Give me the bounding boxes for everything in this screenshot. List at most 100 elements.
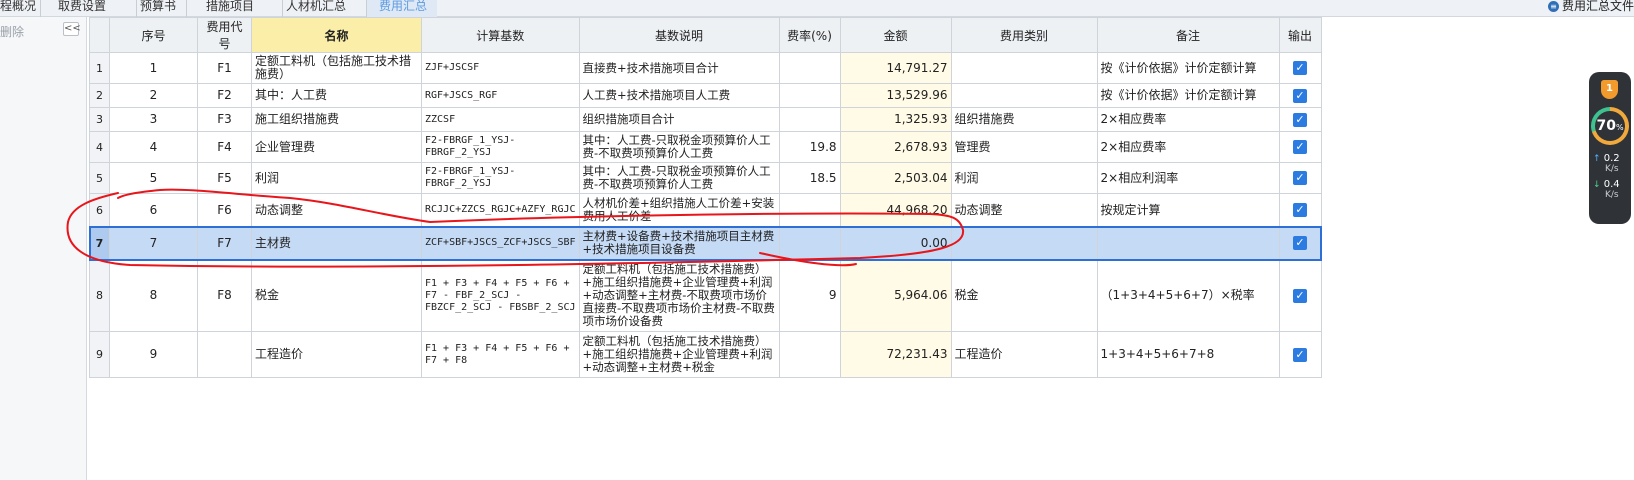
row-number[interactable]: 2: [89, 83, 110, 108]
cell-seq[interactable]: 7: [109, 226, 198, 260]
cell-amount[interactable]: 2,678.93: [839, 131, 952, 163]
cell-seq[interactable]: 9: [109, 331, 198, 378]
output-checkbox[interactable]: ✓: [1293, 140, 1308, 154]
cell-name[interactable]: 施工组织措施费: [251, 107, 422, 132]
cell-base-desc[interactable]: 其中：人工费-只取税金项预算价人工费-不取费项预算价人工费: [578, 131, 780, 163]
table-row[interactable]: 7 7 F7 主材费 ZCF+SBF+JSCS_ZCF+JSCS_SBF 主材费+设备费+…: [88, 225, 1323, 261]
cell-remark[interactable]: 按《计价依据》计价定额计算: [1096, 83, 1280, 108]
table-row[interactable]: 8 8 F8 税金 F1 + F3 + F4 + F5 + F6 + F7 - FBF_…: [89, 259, 1322, 332]
cell-category[interactable]: 动态调整: [950, 193, 1098, 227]
cell-base[interactable]: F1 + F3 + F4 + F5 + F6 + F7 + F8: [421, 331, 580, 378]
cell-rate[interactable]: [778, 107, 841, 132]
cell-rate[interactable]: [778, 226, 841, 260]
cell-base-desc[interactable]: 其中：人工费-只取税金项预算价人工费-不取费项预算价人工费: [578, 162, 780, 194]
cell-category[interactable]: 税金: [950, 259, 1098, 332]
cell-name[interactable]: 利润: [251, 162, 422, 194]
cell-rate[interactable]: [778, 52, 841, 84]
cell-base[interactable]: RCJJC+ZZCS_RGJC+AZFY_RGJC: [421, 193, 580, 227]
cell-base-desc[interactable]: 定额工料机（包括施工技术措施费）+施工组织措施费+企业管理费+利润+动态调整+主…: [578, 259, 780, 332]
cell-rate[interactable]: 18.5: [778, 162, 841, 194]
cell-amount[interactable]: 2,503.04: [839, 162, 952, 194]
cell-code[interactable]: F6: [197, 193, 252, 227]
cell-code[interactable]: F2: [197, 83, 252, 108]
cell-amount[interactable]: 44,968.20: [839, 193, 952, 227]
cell-category[interactable]: [950, 226, 1098, 260]
row-number[interactable]: 6: [89, 193, 110, 227]
cell-name[interactable]: 定额工料机（包括施工技术措施费）: [251, 52, 422, 84]
cell-remark[interactable]: 按《计价依据》计价定额计算: [1096, 52, 1280, 84]
cell-name[interactable]: 工程造价: [251, 331, 422, 378]
output-checkbox[interactable]: ✓: [1293, 203, 1308, 217]
row-number[interactable]: 4: [89, 131, 110, 163]
column-header-amount[interactable]: 金额: [839, 17, 952, 53]
output-checkbox[interactable]: ✓: [1293, 61, 1308, 75]
table-row[interactable]: 6 6 F6 动态调整 RCJJC+ZZCS_RGJC+AZFY_RGJC 人材机价差+组…: [89, 193, 1322, 227]
cell-amount[interactable]: 1,325.93: [839, 107, 952, 132]
cell-output[interactable]: ✓: [1278, 131, 1322, 163]
row-number[interactable]: 8: [89, 259, 110, 332]
column-header-remark[interactable]: 备注: [1096, 17, 1280, 53]
output-checkbox[interactable]: ✓: [1293, 236, 1308, 250]
cell-name[interactable]: 其中：人工费: [251, 83, 422, 108]
cell-output[interactable]: ✓: [1278, 331, 1322, 378]
cell-output[interactable]: ✓: [1278, 107, 1322, 132]
cell-base[interactable]: F2-FBRGF_1_YSJ-FBRGF_2_YSJ: [421, 131, 580, 163]
cell-category[interactable]: [950, 52, 1098, 84]
cell-output[interactable]: ✓: [1278, 226, 1322, 260]
output-checkbox[interactable]: ✓: [1293, 288, 1308, 303]
cell-output[interactable]: ✓: [1278, 83, 1322, 108]
cell-code[interactable]: F1: [197, 52, 252, 84]
output-checkbox[interactable]: ✓: [1293, 88, 1308, 103]
column-header-output[interactable]: 输出: [1278, 17, 1322, 53]
delete-button[interactable]: 删除: [0, 23, 24, 40]
cell-code[interactable]: F8: [197, 259, 252, 332]
fee-summary-file-link[interactable]: ≡ 费用汇总文件: [1547, 0, 1634, 12]
output-checkbox[interactable]: ✓: [1293, 112, 1308, 127]
cell-seq[interactable]: 8: [109, 259, 198, 332]
tab-budget-book[interactable]: 预算书: [140, 0, 186, 17]
cell-name[interactable]: 主材费: [251, 226, 422, 260]
table-row[interactable]: 4 4 F4 企业管理费 F2-FBRGF_1_YSJ-FBRGF_2_YSJ 其中：人工…: [89, 131, 1322, 163]
row-number[interactable]: 7: [89, 226, 110, 260]
cell-amount[interactable]: 14,791.27: [839, 52, 952, 84]
output-checkbox[interactable]: ✓: [1293, 171, 1308, 185]
cell-base[interactable]: F1 + F3 + F4 + F5 + F6 + F7 - FBF_2_SCJ …: [421, 259, 580, 332]
table-row[interactable]: 2 2 F2 其中：人工费 RGF+JSCS_RGF 人工费+技术措施项目人工费 13,52…: [89, 83, 1322, 108]
table-row[interactable]: 9 9 工程造价 F1 + F3 + F4 + F5 + F6 + F7 + F8 定额…: [89, 331, 1322, 378]
column-header-rate[interactable]: 费率(%): [778, 17, 841, 53]
column-header-code[interactable]: 费用代号: [197, 17, 252, 53]
network-monitor-widget[interactable]: 1 70% ↑ 0.2 K/s ↓ 0.4 K/s: [1589, 72, 1631, 224]
cell-output[interactable]: ✓: [1278, 162, 1322, 194]
cell-base[interactable]: ZZCSF: [421, 107, 580, 132]
cell-seq[interactable]: 4: [109, 131, 198, 163]
column-header-name[interactable]: 名称: [251, 17, 422, 53]
cell-rate[interactable]: 9: [778, 259, 841, 332]
tab-fee-summary[interactable]: 费用汇总: [367, 0, 437, 17]
cell-rate[interactable]: [778, 83, 841, 108]
cell-remark[interactable]: 按规定计算: [1096, 193, 1280, 227]
table-row[interactable]: 1 1 F1 定额工料机（包括施工技术措施费） ZJF+JSCSF 直接费+技术措施项目合…: [89, 52, 1322, 84]
cell-remark[interactable]: （1+3+4+5+6+7）×税率: [1096, 259, 1280, 332]
tab-project-overview[interactable]: 程概况: [0, 0, 40, 17]
cell-base[interactable]: ZCF+SBF+JSCS_ZCF+JSCS_SBF: [421, 226, 580, 260]
cell-amount[interactable]: 72,231.43: [839, 331, 952, 378]
cell-seq[interactable]: 3: [109, 107, 198, 132]
column-header-base[interactable]: 计算基数: [421, 17, 580, 53]
shield-icon[interactable]: 1: [1601, 80, 1618, 99]
cell-remark[interactable]: 2×相应费率: [1096, 107, 1280, 132]
cell-amount[interactable]: 13,529.96: [839, 83, 952, 108]
output-checkbox[interactable]: ✓: [1293, 347, 1308, 362]
cell-base[interactable]: RGF+JSCS_RGF: [421, 83, 580, 108]
cell-remark[interactable]: 2×相应利润率: [1096, 162, 1280, 194]
cell-output[interactable]: ✓: [1278, 259, 1322, 332]
cell-amount[interactable]: 0.00: [839, 226, 952, 260]
cell-seq[interactable]: 5: [109, 162, 198, 194]
memory-usage-gauge[interactable]: 70%: [1591, 107, 1629, 145]
cell-base-desc[interactable]: 直接费+技术措施项目合计: [578, 52, 780, 84]
cell-base-desc[interactable]: 人工费+技术措施项目人工费: [578, 83, 780, 108]
collapse-panel-button[interactable]: <<: [63, 22, 81, 36]
cell-rate[interactable]: [778, 331, 841, 378]
cell-output[interactable]: ✓: [1278, 52, 1322, 84]
tab-measures[interactable]: 措施项目: [206, 0, 282, 17]
cell-seq[interactable]: 1: [109, 52, 198, 84]
